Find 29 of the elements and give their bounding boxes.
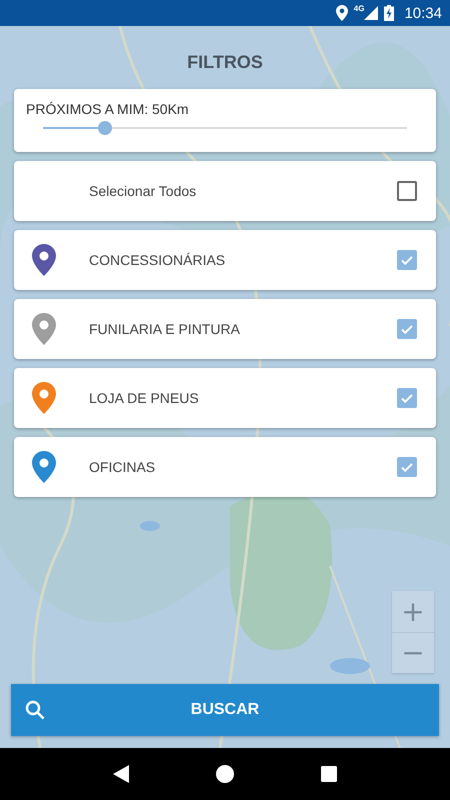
battery-charging-icon [384, 5, 394, 21]
location-icon [336, 5, 348, 21]
category-label: OFICINAS [89, 459, 156, 475]
category-label: FUNILARIA E PINTURA [89, 321, 241, 337]
category-row[interactable]: OFICINAS [14, 437, 436, 497]
category-label: LOJA DE PNEUS [89, 390, 200, 406]
signal-icon [364, 6, 378, 20]
checkbox[interactable] [397, 250, 417, 270]
clock: 10:34 [404, 4, 442, 22]
network-label: 4G [354, 4, 364, 13]
category-label: CONCESSIONÁRIAS [89, 252, 226, 268]
distance-slider[interactable] [43, 121, 407, 135]
slider-thumb[interactable] [98, 121, 112, 135]
home-icon[interactable] [216, 765, 234, 783]
checkbox[interactable] [397, 181, 417, 201]
category-row[interactable]: FUNILARIA E PINTURA [14, 299, 436, 359]
category-row[interactable]: LOJA DE PNEUS [14, 368, 436, 428]
back-icon[interactable] [113, 765, 130, 783]
checkbox[interactable] [397, 388, 417, 408]
checkbox[interactable] [397, 319, 417, 339]
checkbox[interactable] [397, 457, 417, 477]
search-button[interactable]: BUSCAR [11, 684, 439, 736]
screen-title: FILTROS [186, 52, 264, 73]
select-all-row[interactable]: Selecionar Todos [14, 161, 436, 221]
search-icon [25, 700, 45, 720]
select-all-label: Selecionar Todos [89, 183, 198, 199]
category-row[interactable]: CONCESSIONÁRIAS [14, 230, 436, 290]
recents-icon[interactable] [320, 766, 337, 782]
distance-label: PRÓXIMOS A MIM: 50Km [26, 101, 190, 117]
